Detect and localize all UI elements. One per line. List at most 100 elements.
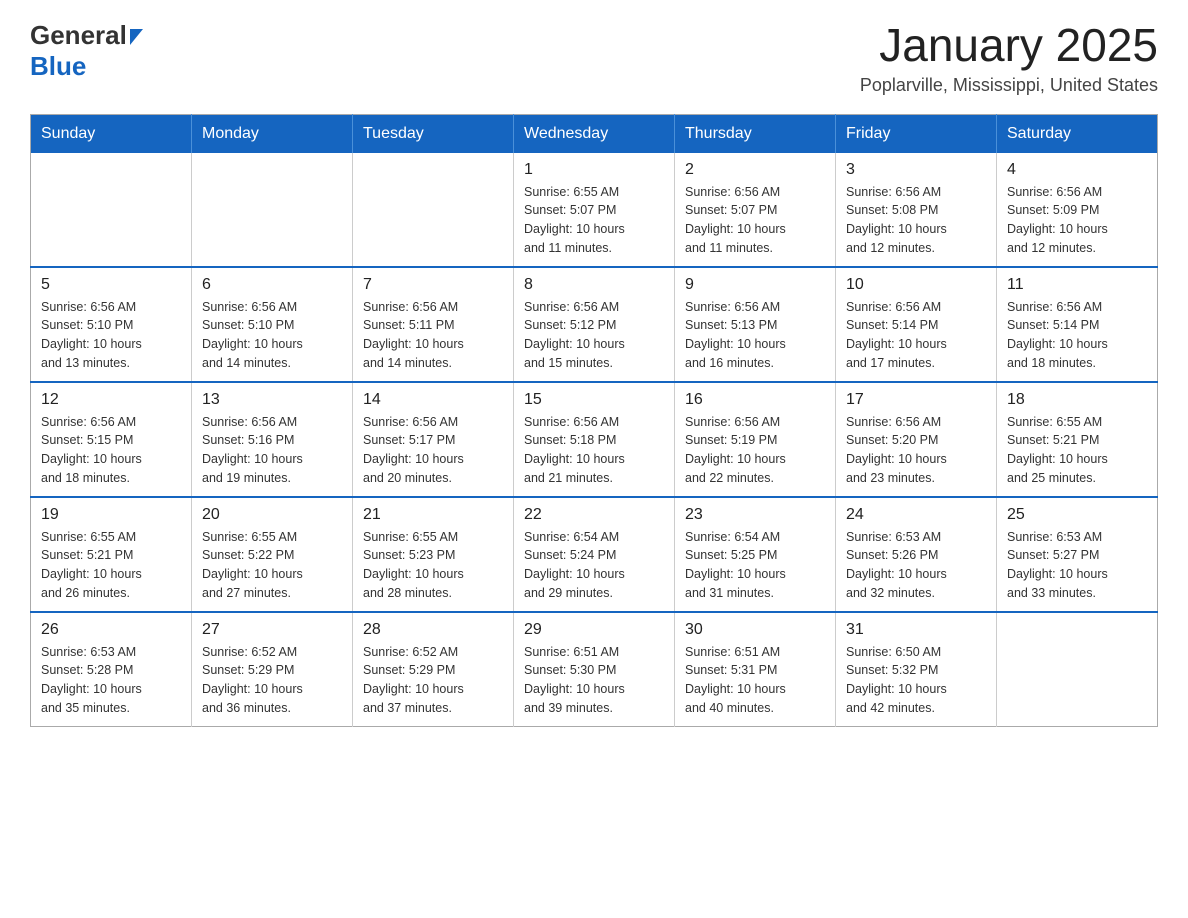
- day-info: Sunrise: 6:52 AM Sunset: 5:29 PM Dayligh…: [363, 643, 503, 718]
- calendar-cell: [353, 153, 514, 267]
- day-number: 19: [41, 506, 181, 524]
- day-number: 6: [202, 276, 342, 294]
- day-info: Sunrise: 6:55 AM Sunset: 5:23 PM Dayligh…: [363, 528, 503, 603]
- calendar-cell: 4Sunrise: 6:56 AM Sunset: 5:09 PM Daylig…: [997, 153, 1158, 267]
- calendar-title: January 2025: [860, 20, 1158, 71]
- day-number: 17: [846, 391, 986, 409]
- calendar-cell: 11 Sunrise: 6:56 AM Sunset: 5:14 PM Dayli…: [997, 267, 1158, 382]
- day-info: Sunrise: 6:56 AM Sunset: 5:20 PM Dayligh…: [846, 413, 986, 488]
- day-number: 20: [202, 506, 342, 524]
- day-number: 7: [363, 276, 503, 294]
- calendar-cell: 17 Sunrise: 6:56 AM Sunset: 5:20 PM Dayli…: [836, 382, 997, 497]
- calendar-cell: 8 Sunrise: 6:56 AM Sunset: 5:12 PM Daylig…: [514, 267, 675, 382]
- calendar-cell: [997, 612, 1158, 727]
- day-info: Sunrise: 6:55 AM Sunset: 5:21 PM Dayligh…: [1007, 413, 1147, 488]
- day-info: Sunrise: 6:54 AM Sunset: 5:25 PM Dayligh…: [685, 528, 825, 603]
- day-info: Sunrise: 6:56 AM Sunset: 5:11 PM Dayligh…: [363, 298, 503, 373]
- day-info: Sunrise: 6:56 AM Sunset: 5:08 PM Dayligh…: [846, 183, 986, 258]
- day-number: 26: [41, 621, 181, 639]
- day-info: Sunrise: 6:53 AM Sunset: 5:28 PM Dayligh…: [41, 643, 181, 718]
- day-info: Sunrise: 6:56 AM Sunset: 5:10 PM Dayligh…: [41, 298, 181, 373]
- day-number: 30: [685, 621, 825, 639]
- day-info: Sunrise: 6:53 AM Sunset: 5:26 PM Dayligh…: [846, 528, 986, 603]
- day-number: 1: [524, 161, 664, 179]
- day-number: 21: [363, 506, 503, 524]
- calendar-cell: 29Sunrise: 6:51 AM Sunset: 5:30 PM Dayli…: [514, 612, 675, 727]
- weekday-header-wednesday: Wednesday: [514, 114, 675, 153]
- day-info: Sunrise: 6:53 AM Sunset: 5:27 PM Dayligh…: [1007, 528, 1147, 603]
- day-info: Sunrise: 6:54 AM Sunset: 5:24 PM Dayligh…: [524, 528, 664, 603]
- day-number: 23: [685, 506, 825, 524]
- calendar-cell: 1 Sunrise: 6:55 AM Sunset: 5:07 PM Daylig…: [514, 153, 675, 267]
- calendar-cell: 9 Sunrise: 6:56 AM Sunset: 5:13 PM Daylig…: [675, 267, 836, 382]
- weekday-header-sunday: Sunday: [31, 114, 192, 153]
- day-info: Sunrise: 6:55 AM Sunset: 5:22 PM Dayligh…: [202, 528, 342, 603]
- calendar-cell: 19Sunrise: 6:55 AM Sunset: 5:21 PM Dayli…: [31, 497, 192, 612]
- day-number: 31: [846, 621, 986, 639]
- calendar-body: 1 Sunrise: 6:55 AM Sunset: 5:07 PM Daylig…: [31, 153, 1158, 727]
- logo-general-text: General: [30, 20, 127, 51]
- calendar-cell: 22 Sunrise: 6:54 AM Sunset: 5:24 PM Dayli…: [514, 497, 675, 612]
- day-number: 3: [846, 161, 986, 179]
- day-number: 14: [363, 391, 503, 409]
- calendar-cell: 6Sunrise: 6:56 AM Sunset: 5:10 PM Daylig…: [192, 267, 353, 382]
- weekday-header-thursday: Thursday: [675, 114, 836, 153]
- day-number: 12: [41, 391, 181, 409]
- day-info: Sunrise: 6:56 AM Sunset: 5:14 PM Dayligh…: [1007, 298, 1147, 373]
- day-number: 10: [846, 276, 986, 294]
- weekday-header-monday: Monday: [192, 114, 353, 153]
- title-area: January 2025 Poplarville, Mississippi, U…: [860, 20, 1158, 96]
- calendar-cell: 23 Sunrise: 6:54 AM Sunset: 5:25 PM Dayli…: [675, 497, 836, 612]
- calendar-cell: 24Sunrise: 6:53 AM Sunset: 5:26 PM Dayli…: [836, 497, 997, 612]
- day-number: 15: [524, 391, 664, 409]
- calendar-cell: 3 Sunrise: 6:56 AM Sunset: 5:08 PM Daylig…: [836, 153, 997, 267]
- day-number: 16: [685, 391, 825, 409]
- day-number: 2: [685, 161, 825, 179]
- day-info: Sunrise: 6:55 AM Sunset: 5:07 PM Dayligh…: [524, 183, 664, 258]
- day-info: Sunrise: 6:56 AM Sunset: 5:14 PM Dayligh…: [846, 298, 986, 373]
- calendar-week-row: 26 Sunrise: 6:53 AM Sunset: 5:28 PM Dayli…: [31, 612, 1158, 727]
- day-info: Sunrise: 6:51 AM Sunset: 5:31 PM Dayligh…: [685, 643, 825, 718]
- calendar-cell: 5 Sunrise: 6:56 AM Sunset: 5:10 PM Daylig…: [31, 267, 192, 382]
- day-number: 18: [1007, 391, 1147, 409]
- calendar-cell: 13 Sunrise: 6:56 AM Sunset: 5:16 PM Dayli…: [192, 382, 353, 497]
- logo-arrow-icon: [130, 29, 143, 45]
- day-info: Sunrise: 6:56 AM Sunset: 5:07 PM Dayligh…: [685, 183, 825, 258]
- calendar-cell: 18 Sunrise: 6:55 AM Sunset: 5:21 PM Dayli…: [997, 382, 1158, 497]
- calendar-cell: 26 Sunrise: 6:53 AM Sunset: 5:28 PM Dayli…: [31, 612, 192, 727]
- day-info: Sunrise: 6:56 AM Sunset: 5:18 PM Dayligh…: [524, 413, 664, 488]
- calendar-cell: 2 Sunrise: 6:56 AM Sunset: 5:07 PM Daylig…: [675, 153, 836, 267]
- weekday-header-row: SundayMondayTuesdayWednesdayThursdayFrid…: [31, 114, 1158, 153]
- page-header: General Blue January 2025 Poplarville, M…: [30, 20, 1158, 96]
- day-number: 27: [202, 621, 342, 639]
- calendar-cell: [31, 153, 192, 267]
- calendar-cell: 21 Sunrise: 6:55 AM Sunset: 5:23 PM Dayli…: [353, 497, 514, 612]
- day-number: 8: [524, 276, 664, 294]
- logo: General Blue: [30, 20, 143, 82]
- day-number: 11: [1007, 276, 1147, 294]
- day-info: Sunrise: 6:51 AM Sunset: 5:30 PM Dayligh…: [524, 643, 664, 718]
- day-number: 13: [202, 391, 342, 409]
- calendar-week-row: 19Sunrise: 6:55 AM Sunset: 5:21 PM Dayli…: [31, 497, 1158, 612]
- calendar-cell: 7 Sunrise: 6:56 AM Sunset: 5:11 PM Daylig…: [353, 267, 514, 382]
- day-info: Sunrise: 6:56 AM Sunset: 5:13 PM Dayligh…: [685, 298, 825, 373]
- day-info: Sunrise: 6:56 AM Sunset: 5:12 PM Dayligh…: [524, 298, 664, 373]
- calendar-cell: 20 Sunrise: 6:55 AM Sunset: 5:22 PM Dayli…: [192, 497, 353, 612]
- day-number: 28: [363, 621, 503, 639]
- day-number: 5: [41, 276, 181, 294]
- day-number: 4: [1007, 161, 1147, 179]
- calendar-cell: 31Sunrise: 6:50 AM Sunset: 5:32 PM Dayli…: [836, 612, 997, 727]
- calendar-week-row: 1 Sunrise: 6:55 AM Sunset: 5:07 PM Daylig…: [31, 153, 1158, 267]
- day-info: Sunrise: 6:56 AM Sunset: 5:17 PM Dayligh…: [363, 413, 503, 488]
- day-number: 22: [524, 506, 664, 524]
- calendar-cell: [192, 153, 353, 267]
- calendar-cell: 30 Sunrise: 6:51 AM Sunset: 5:31 PM Dayli…: [675, 612, 836, 727]
- calendar-cell: 25Sunrise: 6:53 AM Sunset: 5:27 PM Dayli…: [997, 497, 1158, 612]
- day-number: 9: [685, 276, 825, 294]
- calendar-cell: 14 Sunrise: 6:56 AM Sunset: 5:17 PM Dayli…: [353, 382, 514, 497]
- calendar-cell: 28 Sunrise: 6:52 AM Sunset: 5:29 PM Dayli…: [353, 612, 514, 727]
- calendar-subtitle: Poplarville, Mississippi, United States: [860, 75, 1158, 96]
- day-info: Sunrise: 6:56 AM Sunset: 5:16 PM Dayligh…: [202, 413, 342, 488]
- calendar-cell: 10 Sunrise: 6:56 AM Sunset: 5:14 PM Dayli…: [836, 267, 997, 382]
- weekday-header-friday: Friday: [836, 114, 997, 153]
